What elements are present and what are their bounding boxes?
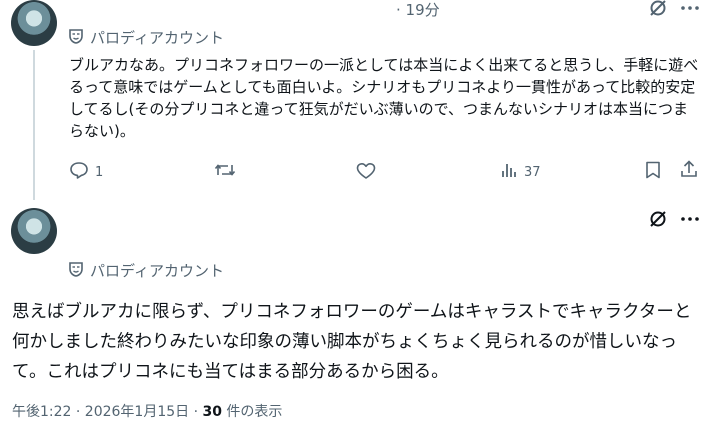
- share-icon[interactable]: [680, 160, 698, 182]
- post-text: ブルアカなあ。プリコネフォロワーの一派としては本当によく出来てると思うし、手軽に…: [69, 56, 699, 140]
- post-timestamp[interactable]: 午後1:22 · 2026年1月15日 ·: [12, 404, 203, 420]
- parody-label-text: パロディアカウント: [90, 29, 224, 47]
- grok-icon[interactable]: [648, 0, 668, 22]
- like-button[interactable]: [356, 162, 376, 184]
- views-count: 30: [202, 404, 222, 420]
- post-text: 思えばブルアカに限らず、プリコネフォロワーのゲームはキャラストでキャラクターと何…: [12, 302, 692, 382]
- views-count: 37: [524, 164, 541, 180]
- more-options-icon[interactable]: [679, 211, 701, 231]
- parody-label: パロディアカウント: [68, 27, 224, 48]
- reply-icon: [69, 161, 89, 183]
- repost-icon: [214, 162, 236, 182]
- avatar[interactable]: [11, 208, 57, 254]
- reply-count: 1: [95, 164, 104, 180]
- parody-mask-icon: [68, 28, 84, 48]
- views-button[interactable]: 37: [500, 162, 541, 182]
- parody-label: パロディアカウント: [68, 260, 224, 281]
- heart-icon: [356, 162, 376, 184]
- more-options-icon[interactable]: [679, 0, 701, 20]
- parody-mask-icon: [68, 261, 84, 281]
- post-time[interactable]: · 19分: [396, 0, 440, 20]
- reply-button[interactable]: 1: [69, 161, 103, 183]
- views-chart-icon: [500, 162, 518, 182]
- thread-line: [33, 50, 35, 200]
- parody-label-text: パロディアカウント: [90, 262, 224, 280]
- views-suffix: 件の表示: [221, 404, 283, 420]
- bookmark-icon[interactable]: [645, 161, 661, 183]
- grok-icon[interactable]: [648, 209, 668, 233]
- post-meta: 午後1:22 · 2026年1月15日 · 30 件の表示: [12, 401, 282, 421]
- avatar[interactable]: [11, 0, 57, 46]
- repost-button[interactable]: [214, 162, 236, 182]
